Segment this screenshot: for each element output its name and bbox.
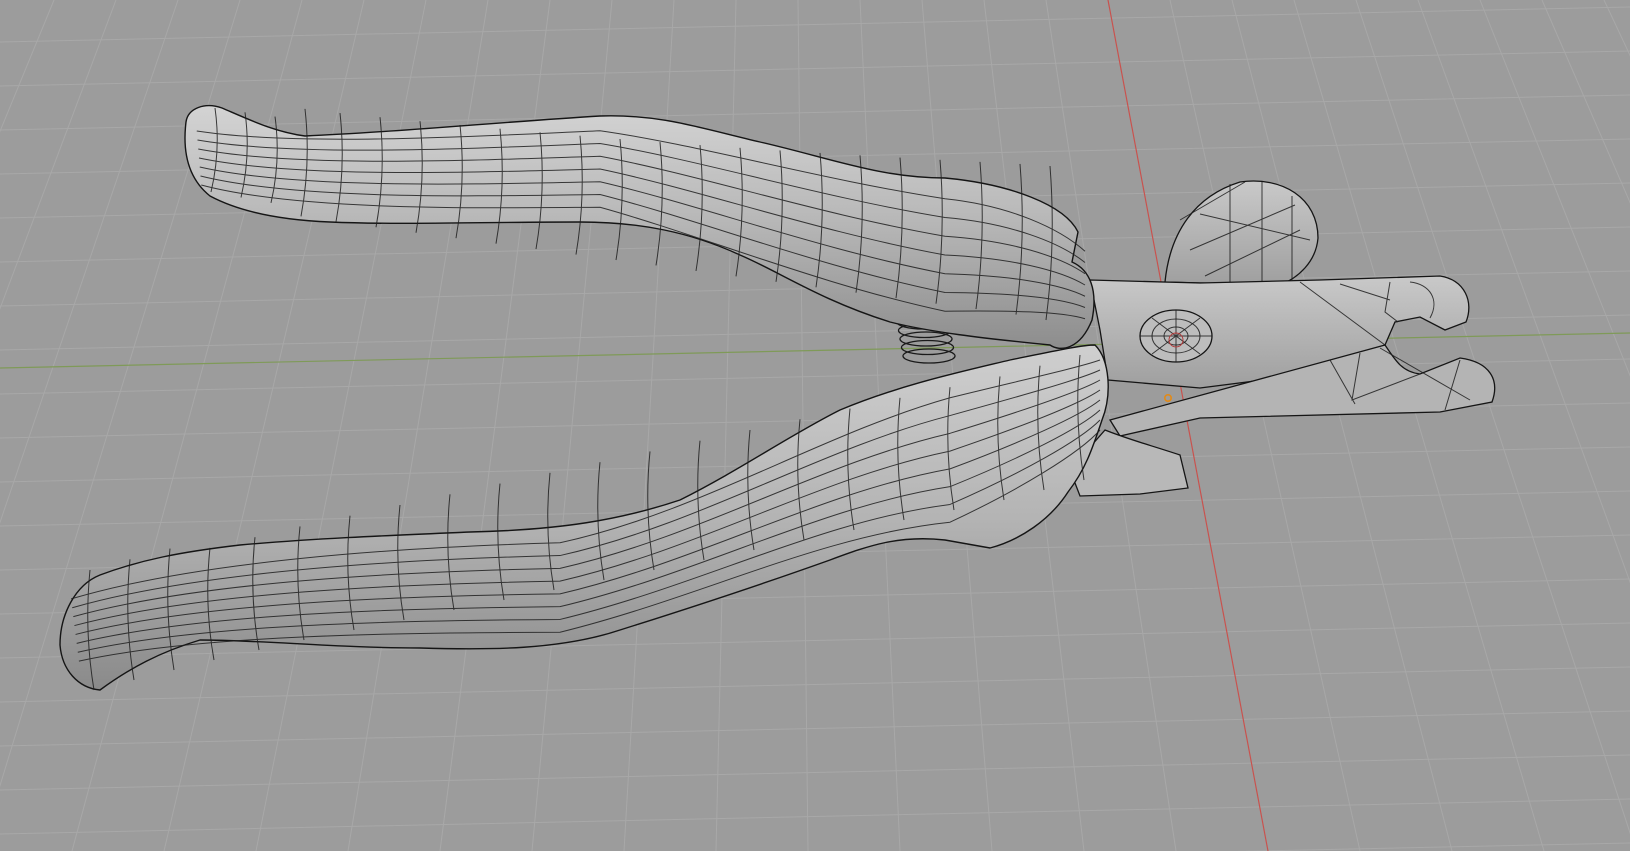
- spring-coil: [899, 331, 953, 347]
- spring-coil: [902, 348, 956, 364]
- grid-line: [1417, 0, 1630, 584]
- grid-line: [1603, 0, 1630, 57]
- grid-line: [1479, 0, 1630, 377]
- grid-line: [0, 666, 1630, 703]
- grid-line: [0, 710, 1630, 747]
- origin-marker[interactable]: [1164, 393, 1173, 402]
- upper-handle[interactable]: [184, 104, 1095, 349]
- pivot-bolt[interactable]: [1139, 309, 1213, 363]
- jaw-bulb[interactable]: [1164, 180, 1319, 286]
- grid-line: [0, 754, 1630, 791]
- grid-line: [0, 0, 55, 133]
- grid-line: [0, 50, 1630, 87]
- grid-line: [1355, 0, 1630, 835]
- grid-line: [0, 798, 1630, 835]
- 3d-viewport[interactable]: [0, 0, 1630, 851]
- grid-line: [1234, 842, 1630, 851]
- grid-line: [0, 6, 1630, 43]
- viewport-canvas[interactable]: [0, 0, 1630, 851]
- grid-line: [715, 0, 737, 851]
- lower-handle[interactable]: [59, 344, 1109, 691]
- grid-line: [1541, 0, 1630, 204]
